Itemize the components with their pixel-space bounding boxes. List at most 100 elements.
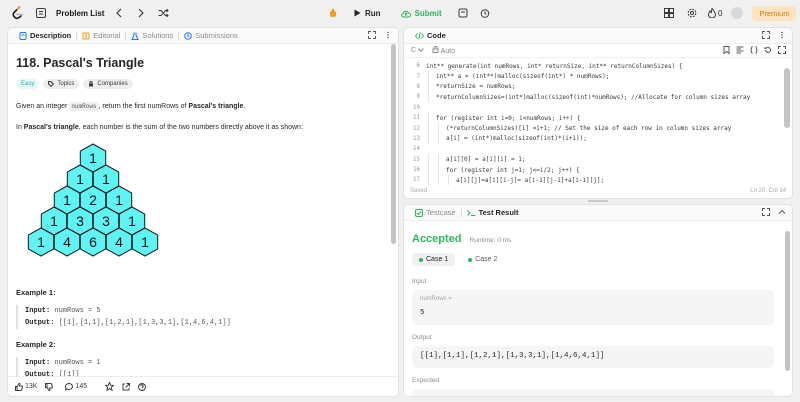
code-line[interactable]: 11 for (register int i=0; i<numRows; i++)… <box>404 112 792 124</box>
more-options-icon[interactable] <box>778 31 786 41</box>
output-label: Output <box>412 334 432 341</box>
input-label: Input <box>412 278 427 285</box>
code-line[interactable]: 6 int** generate(int numRows, int* return… <box>404 61 792 71</box>
tab-testcase[interactable]: Testcase <box>410 205 461 221</box>
tab-editorial[interactable]: Editorial <box>77 28 125 44</box>
tab-test-result[interactable]: Test Result <box>462 205 524 221</box>
fire-icon <box>708 8 716 18</box>
indent-guide <box>428 164 429 175</box>
code-text: int** a = (int**)malloc(sizeof(int*) * n… <box>426 71 609 82</box>
tab-code[interactable]: Code <box>410 28 451 44</box>
code-text: a[i][j]=a[i][i-j]= a[i-1][j-1]+a[i-1][j]… <box>426 174 604 186</box>
more-options-icon[interactable] <box>384 31 392 41</box>
help-icon[interactable] <box>138 382 147 391</box>
cursor-position: Ln 20, Col 14 <box>750 188 786 194</box>
input-box: numRows = 5 <box>412 290 774 325</box>
submit-button[interactable]: Submit <box>395 5 448 21</box>
description-footer: 13K 145 <box>8 376 398 396</box>
avatar[interactable] <box>731 7 744 19</box>
problem-statement: Given an integer numRows, return the fir… <box>16 102 246 111</box>
code-line[interactable]: 15 a[i][0] = a[i][i] = 1; <box>404 154 792 165</box>
resize-grip[interactable] <box>588 200 608 202</box>
case-1-tab[interactable]: Case 1 <box>412 253 456 266</box>
line-number: 6 <box>416 63 421 70</box>
topics-chip[interactable]: Topics <box>43 79 80 89</box>
debug-icon[interactable] <box>326 6 340 20</box>
fullscreen-icon[interactable] <box>778 46 786 56</box>
premium-button[interactable]: Premium <box>752 5 797 21</box>
difficulty-badge[interactable]: Easy <box>16 79 40 89</box>
timer-icon[interactable] <box>478 6 492 20</box>
indent-guide <box>438 174 439 186</box>
checkbox-icon <box>415 208 423 217</box>
code-line[interactable]: 8 *returnSize = numRows; <box>404 81 792 92</box>
code-line[interactable]: 9 *returnColumnSizes=(int*)malloc(sizeof(… <box>404 91 792 103</box>
indent-guide <box>428 71 429 82</box>
indent-guide <box>448 174 449 186</box>
tab-solutions[interactable]: Solutions <box>126 28 178 44</box>
code-text: *returnSize = numRows; <box>426 81 515 92</box>
leetcode-logo-icon[interactable] <box>11 6 25 20</box>
test-scrollbar[interactable] <box>785 231 790 371</box>
comments-button[interactable]: 145 <box>65 382 87 391</box>
maximize-icon[interactable] <box>762 208 770 218</box>
code-text: a[i] = (int*)malloc(sizeof(int)*(i+1)); <box>426 133 587 144</box>
code-scrollbar[interactable] <box>784 68 790 128</box>
list-icon[interactable] <box>34 6 48 20</box>
line-number: 11 <box>413 115 420 122</box>
tab-submissions[interactable]: Submissions <box>179 28 243 44</box>
companies-chip[interactable]: Companies <box>83 79 133 89</box>
code-line[interactable]: 10 <box>404 103 792 113</box>
tab-description[interactable]: Description <box>14 28 76 44</box>
language-selector[interactable]: C <box>411 47 424 54</box>
bookmark-icon[interactable] <box>723 46 730 56</box>
code-line[interactable]: 13 a[i] = (int*)malloc(sizeof(int)*(i+1))… <box>404 133 792 144</box>
favorite-star-icon[interactable] <box>105 382 115 391</box>
line-number: 14 <box>413 146 420 153</box>
settings-gear-icon[interactable] <box>685 6 699 20</box>
test-tabbar: Testcase Test Result <box>404 205 792 221</box>
indent-guide <box>438 133 439 144</box>
reset-icon[interactable] <box>764 46 772 56</box>
triangle-value: 2 <box>89 192 97 208</box>
code-brackets-icon <box>415 31 424 40</box>
accepted-status: Accepted <box>412 233 462 245</box>
problem-tags: Easy Topics Companies <box>16 79 390 89</box>
scroll-thumb[interactable] <box>391 44 396 244</box>
code-line[interactable]: 14 <box>404 144 792 154</box>
format-code-icon[interactable] <box>736 46 744 56</box>
chevron-left-icon[interactable] <box>112 6 126 20</box>
indent-guide <box>428 154 429 165</box>
chevron-right-icon[interactable] <box>134 6 148 20</box>
notes-icon[interactable] <box>456 6 470 20</box>
code-line[interactable]: 16 for (register int j=1; j<=i/2; j++) { <box>404 164 792 175</box>
maximize-icon[interactable] <box>368 31 376 41</box>
line-number: 17 <box>413 177 420 184</box>
triangle-value: 1 <box>50 213 58 229</box>
output-value: [[1],[1,1],[1,2,1],[1,3,3,1],[1,4,6,4,1]… <box>420 352 605 360</box>
layout-grid-icon[interactable] <box>662 6 676 20</box>
maximize-icon[interactable] <box>762 31 770 41</box>
problem-list-link[interactable]: Problem List <box>56 9 104 18</box>
auto-mode-toggle[interactable]: Auto <box>432 46 455 55</box>
collapse-icon[interactable] <box>778 208 786 218</box>
description-scrollbar[interactable] <box>391 44 397 244</box>
triangle-value: 1 <box>76 171 84 187</box>
like-button[interactable]: 13K <box>15 382 37 391</box>
code-line[interactable]: 17 a[i][j]=a[i][i-j]= a[i-1][j-1]+a[i-1][… <box>404 174 792 186</box>
save-status: Saved <box>410 188 428 194</box>
shuffle-icon[interactable] <box>156 6 170 20</box>
code-editor[interactable]: 6 int** generate(int numRows, int* return… <box>404 61 792 186</box>
code-line[interactable]: 7 int** a = (int**)malloc(sizeof(int*) * … <box>404 71 792 82</box>
run-button[interactable]: Run <box>348 5 387 21</box>
example-1-block: Input: numRows = 5 Output: [[1],[1,1],[1… <box>16 305 390 330</box>
dislike-button[interactable] <box>45 382 54 391</box>
test-panel: Testcase Test Result Accepted Runtime: 0… <box>403 204 793 397</box>
indent-guide <box>428 81 429 92</box>
code-line[interactable]: 12 (*returnColumnSizes)[i] =i+1; // Set t… <box>404 123 792 134</box>
braces-icon[interactable] <box>750 46 758 56</box>
case-2-tab[interactable]: Case 2 <box>461 253 504 266</box>
thumbs-up-icon <box>15 382 23 391</box>
streak-counter[interactable]: 0 <box>708 8 722 18</box>
share-icon[interactable] <box>122 382 131 391</box>
